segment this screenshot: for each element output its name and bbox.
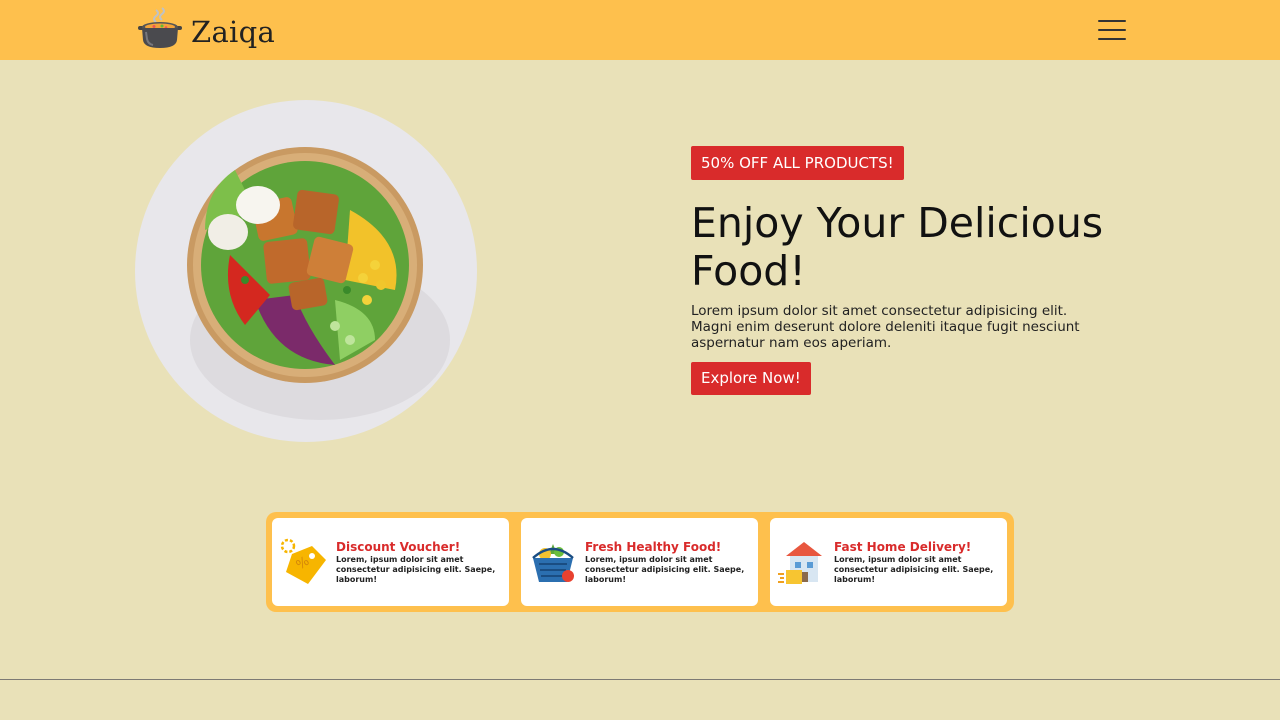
feature-title: Fresh Healthy Food! — [585, 539, 722, 554]
hamburger-menu-icon[interactable] — [1098, 19, 1126, 41]
feature-body: Lorem, ipsum dolor sit amet consectetur … — [336, 554, 496, 584]
feature-body: Lorem, ipsum dolor sit amet consectetur … — [834, 554, 994, 584]
brand-name: Zaiqa — [191, 15, 276, 49]
feature-card-fresh-food[interactable]: Fresh Healthy Food! Lorem, ipsum dolor s… — [521, 518, 758, 606]
salad-bowl-image — [135, 100, 477, 442]
home-delivery-icon — [778, 542, 822, 584]
feature-card-delivery[interactable]: Fast Home Delivery! Lorem, ipsum dolor s… — [770, 518, 1007, 606]
feature-title: Fast Home Delivery! — [834, 539, 972, 554]
feature-title: Discount Voucher! — [336, 539, 461, 554]
features-strip: % Discount Voucher! Lorem, ipsum dolor s… — [266, 512, 1014, 612]
cooking-pot-icon — [138, 7, 182, 48]
navbar: Zaiqa — [0, 0, 1280, 60]
explore-now-button[interactable]: Explore Now! — [691, 362, 811, 395]
feature-card-discount[interactable]: % Discount Voucher! Lorem, ipsum dolor s… — [272, 518, 509, 606]
grocery-basket-icon — [532, 544, 574, 582]
hero-description: Lorem ipsum dolor sit amet consectetur a… — [691, 303, 1080, 351]
feature-body: Lorem, ipsum dolor sit amet consectetur … — [585, 554, 745, 584]
brand-link[interactable]: Zaiqa — [135, 6, 275, 52]
footer-divider — [0, 679, 1280, 680]
promo-badge: 50% OFF ALL PRODUCTS! — [691, 146, 904, 180]
discount-tag-icon: % — [280, 538, 326, 584]
hero-title: Enjoy Your Delicious Food! — [691, 199, 1104, 295]
